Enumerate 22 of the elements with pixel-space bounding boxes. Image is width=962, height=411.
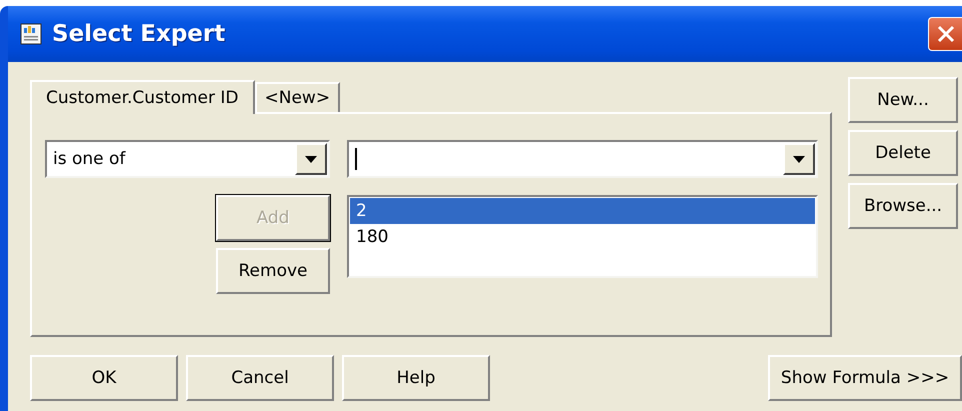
dialog-button[interactable]: Cancel — [186, 355, 334, 401]
side-button[interactable]: New... — [848, 77, 958, 123]
operator-dropdown[interactable]: is one of — [45, 140, 330, 178]
value-combo-field[interactable] — [347, 140, 818, 178]
dropdown-button[interactable] — [783, 143, 815, 175]
dialog-button[interactable]: Help — [342, 355, 490, 401]
dropdown-arrow-icon — [305, 156, 317, 162]
dropdown-arrow-icon — [793, 156, 805, 162]
close-button[interactable] — [928, 17, 962, 51]
remove-button[interactable]: Remove — [216, 248, 330, 294]
list-item[interactable]: 2 — [350, 198, 815, 224]
report-icon — [20, 23, 42, 45]
window-title: Select Expert — [52, 21, 226, 47]
show-formula-button[interactable]: Show Formula >>> — [768, 355, 962, 401]
side-button[interactable]: Browse... — [848, 183, 958, 229]
text-cursor — [355, 148, 357, 170]
dialog-button[interactable]: OK — [30, 355, 178, 401]
tab[interactable]: <New> — [254, 82, 340, 112]
close-icon — [936, 25, 954, 43]
tab[interactable]: Customer.Customer ID — [30, 80, 255, 114]
dropdown-button[interactable] — [295, 143, 327, 175]
side-button[interactable]: Delete — [848, 130, 958, 176]
